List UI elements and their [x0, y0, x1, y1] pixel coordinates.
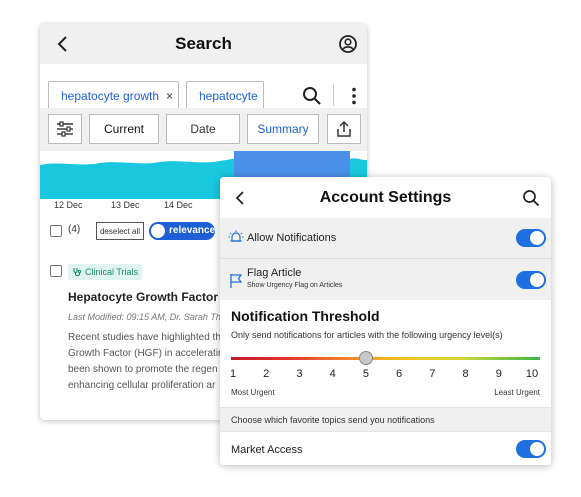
topic-row-market-access: Market Access	[220, 431, 551, 465]
topic-label: Market Access	[231, 444, 303, 456]
urgency-level-8: 8	[462, 368, 469, 380]
account-settings-panel: Account Settings Allow Notifications Fla…	[220, 177, 551, 465]
notification-threshold-section: Notification Threshold Only send notific…	[220, 300, 551, 407]
summary-filter-button[interactable]: Summary	[247, 114, 319, 144]
threshold-title: Notification Threshold	[231, 308, 380, 324]
urgency-level-10: 10	[525, 368, 539, 380]
current-filter-button[interactable]: Current	[89, 114, 159, 144]
urgency-level-5: 5	[362, 368, 369, 380]
allow-notifications-row: Allow Notifications	[220, 218, 551, 258]
topics-header: Choose which favorite topics send you no…	[220, 407, 551, 431]
toggle-knob	[530, 273, 544, 287]
toggle-knob	[530, 231, 544, 245]
alarm-bell-icon	[228, 230, 244, 242]
flag-icon	[230, 274, 243, 288]
threshold-description: Only send notifications for articles wit…	[231, 330, 503, 340]
chip-label: hepatocyte growth	[61, 89, 160, 103]
article-meta: Last Modified: 09:15 AM, Dr. Sarah Tho	[68, 312, 226, 322]
search-icon[interactable]	[522, 189, 540, 207]
share-icon	[337, 120, 351, 137]
search-chip-hepatocyte-growth[interactable]: hepatocyte growth ×	[48, 81, 179, 111]
back-arrow-icon[interactable]	[54, 33, 72, 55]
urgency-level-9: 9	[495, 368, 502, 380]
user-account-icon[interactable]	[338, 34, 358, 54]
share-button[interactable]	[327, 114, 361, 144]
least-urgent-label: Least Urgent	[494, 388, 540, 397]
tag-label: Clinical Trials	[85, 267, 139, 277]
filter-settings-button[interactable]	[48, 114, 82, 144]
search-chip-hepatocyte[interactable]: hepatocyte	[186, 81, 264, 111]
toggle-knob	[530, 442, 544, 456]
most-urgent-label: Most Urgent	[231, 388, 275, 397]
urgency-level-3: 3	[296, 368, 303, 380]
article-checkbox[interactable]	[50, 265, 62, 277]
settings-header: Account Settings	[220, 177, 551, 218]
flag-article-row: Flag Article Show Urgency Flag on Articl…	[220, 258, 551, 300]
urgency-slider-thumb[interactable]	[358, 351, 373, 365]
search-icon[interactable]	[302, 86, 322, 106]
remove-chip-icon[interactable]: ×	[166, 89, 173, 103]
relevance-toggle[interactable]: relevance	[149, 222, 215, 240]
page-title: Search	[175, 34, 232, 53]
category-tag: Clinical Trials	[68, 264, 143, 280]
settings-title: Account Settings	[319, 189, 452, 206]
search-header: Search	[40, 24, 367, 64]
select-all-checkbox[interactable]	[50, 225, 62, 237]
urgency-level-1: 1	[229, 368, 237, 380]
timeline-label: 14 Dec	[164, 200, 193, 210]
urgency-level-4: 4	[329, 368, 336, 380]
timeline-area	[40, 158, 237, 199]
deselect-all-button[interactable]: deselect all	[96, 222, 144, 240]
article-title[interactable]: Hepatocyte Growth Factor in	[68, 290, 232, 304]
urgency-level-2: 2	[263, 368, 270, 380]
selected-count: (4)	[68, 224, 81, 235]
timeline-label: 12 Dec	[54, 200, 83, 210]
toggle-knob	[151, 224, 165, 238]
allow-notifications-label: Allow Notifications	[247, 232, 337, 244]
flag-article-toggle[interactable]	[516, 271, 546, 289]
flag-article-sublabel: Show Urgency Flag on Articles	[247, 282, 343, 289]
more-options-icon[interactable]	[344, 86, 364, 106]
back-arrow-icon[interactable]	[232, 188, 248, 208]
urgency-level-7: 7	[429, 368, 436, 380]
date-filter-button[interactable]: Date	[166, 114, 240, 144]
filter-bar: Current Date Summary	[40, 108, 367, 154]
sliders-icon	[57, 121, 73, 137]
urgency-slider-track[interactable]	[231, 357, 540, 360]
timeline-label: 13 Dec	[111, 200, 140, 210]
topics-header-label: Choose which favorite topics send you no…	[231, 415, 435, 425]
market-access-toggle[interactable]	[516, 440, 546, 458]
urgency-level-6: 6	[396, 368, 403, 380]
toggle-label: relevance	[169, 225, 216, 236]
divider	[333, 84, 334, 106]
chip-label: hepatocyte	[199, 89, 258, 103]
allow-notifications-toggle[interactable]	[516, 229, 546, 247]
flag-article-label: Flag Article	[247, 267, 302, 279]
stethoscope-icon	[73, 268, 82, 277]
